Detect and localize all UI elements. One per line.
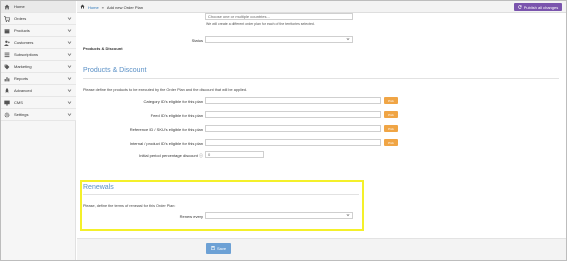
box-icon (4, 28, 10, 34)
chevron-down-icon (66, 112, 72, 118)
refresh-icon (518, 4, 522, 10)
sidebar-item-settings[interactable]: Settings (1, 109, 76, 121)
sidebar-item-label: Products (14, 28, 30, 33)
cart-icon (4, 15, 10, 22)
sidebar-item-label: CMS (14, 100, 23, 105)
category-ids-label: Category ID's eligible for this plan (143, 99, 203, 104)
sidebar-item-marketing[interactable]: Marketing (1, 61, 76, 73)
sidebar-item-customers[interactable]: Customers (1, 37, 76, 49)
list-icon (4, 52, 10, 58)
home-icon (80, 4, 85, 10)
feed-ids-input[interactable] (205, 111, 381, 118)
save-button[interactable]: Save (206, 243, 231, 254)
pick-reference-button[interactable]: Pick (384, 125, 398, 132)
section-products-title: Products & Discount (83, 67, 147, 74)
publish-label: Publish all changes (523, 4, 559, 10)
sidebar-item-label: Orders (14, 16, 27, 21)
breadcrumb-home-link[interactable]: Home (88, 5, 99, 10)
sidebar-item-home[interactable]: Home (1, 1, 76, 13)
top-bar: Home » Add new Order Plan Publish all ch… (77, 1, 566, 13)
chevron-down-icon (66, 88, 72, 94)
chevron-down-icon (66, 16, 72, 22)
category-ids-input[interactable] (205, 97, 381, 104)
sidebar-item-label: Customers (14, 40, 34, 45)
sidebar-item-advanced[interactable]: Advanced (1, 85, 76, 97)
renewals-highlight-box (80, 180, 364, 231)
chevron-down-icon (346, 37, 350, 42)
sidebar-item-label: Settings (14, 112, 29, 117)
home-icon (4, 4, 10, 10)
divider (83, 78, 559, 79)
sidebar-item-label: Subscriptions (14, 52, 39, 57)
feed-ids-label: Feed ID's eligible for this plan (150, 113, 203, 118)
pick-category-button[interactable]: Pick (384, 97, 398, 104)
tag-icon (4, 64, 10, 70)
chevron-down-icon (66, 40, 72, 46)
chevron-down-icon (66, 28, 72, 34)
chevron-down-icon (66, 76, 72, 82)
sidebar-item-reports[interactable]: Reports (1, 73, 76, 85)
territories-help-text: We will create a different order plan fo… (206, 22, 315, 26)
chevron-down-icon (66, 100, 72, 106)
publish-all-changes-button[interactable]: Publish all changes (514, 3, 562, 11)
internal-product-ids-label: Internal / product ID's eligible for thi… (129, 141, 203, 146)
monitor-icon (4, 100, 10, 106)
gear-icon (4, 112, 10, 118)
save-icon (211, 246, 215, 251)
internal-product-ids-input[interactable] (205, 139, 381, 146)
chevron-down-icon (66, 64, 72, 70)
breadcrumb-separator: » (101, 4, 104, 10)
pick-internal-product-button[interactable]: Pick (384, 139, 398, 146)
territories-input[interactable]: Choose one or multiple countries... (205, 13, 353, 20)
products-discount-small-heading: Products & Discount (83, 46, 123, 51)
bar-chart-icon (4, 76, 10, 82)
sidebar: Home Orders Products Customers Subscript… (1, 1, 76, 260)
sidebar-item-cms[interactable]: CMS (1, 97, 76, 109)
sidebar-item-label: Advanced (14, 88, 32, 93)
rocket-icon (4, 87, 10, 94)
save-label: Save (216, 246, 227, 251)
status-label: Status (191, 38, 203, 43)
breadcrumb-current: Add new Order Plan (106, 4, 143, 10)
status-select[interactable] (205, 36, 353, 43)
sidebar-item-label: Reports (14, 76, 29, 81)
info-icon: ⓘ (199, 153, 203, 158)
chevron-down-icon (66, 52, 72, 58)
sidebar-item-label: Home (14, 4, 25, 9)
initial-discount-input[interactable]: 0 (205, 151, 264, 158)
reference-sku-label: Reference ID / SKU's eligible for this p… (129, 127, 203, 132)
form-actions-bar (77, 238, 566, 260)
sidebar-item-products[interactable]: Products (1, 25, 76, 37)
reference-sku-input[interactable] (205, 125, 381, 132)
pick-feed-button[interactable]: Pick (384, 111, 398, 118)
breadcrumb: Home » Add new Order Plan (80, 4, 143, 10)
users-icon (4, 40, 10, 46)
initial-discount-label: Initial period percentage discount ⓘ (139, 153, 203, 158)
sidebar-item-subscriptions[interactable]: Subscriptions (1, 49, 76, 61)
sidebar-item-label: Marketing (14, 64, 32, 69)
sidebar-item-orders[interactable]: Orders (1, 13, 76, 25)
products-intro-text: Please define the products to be execute… (83, 88, 248, 92)
